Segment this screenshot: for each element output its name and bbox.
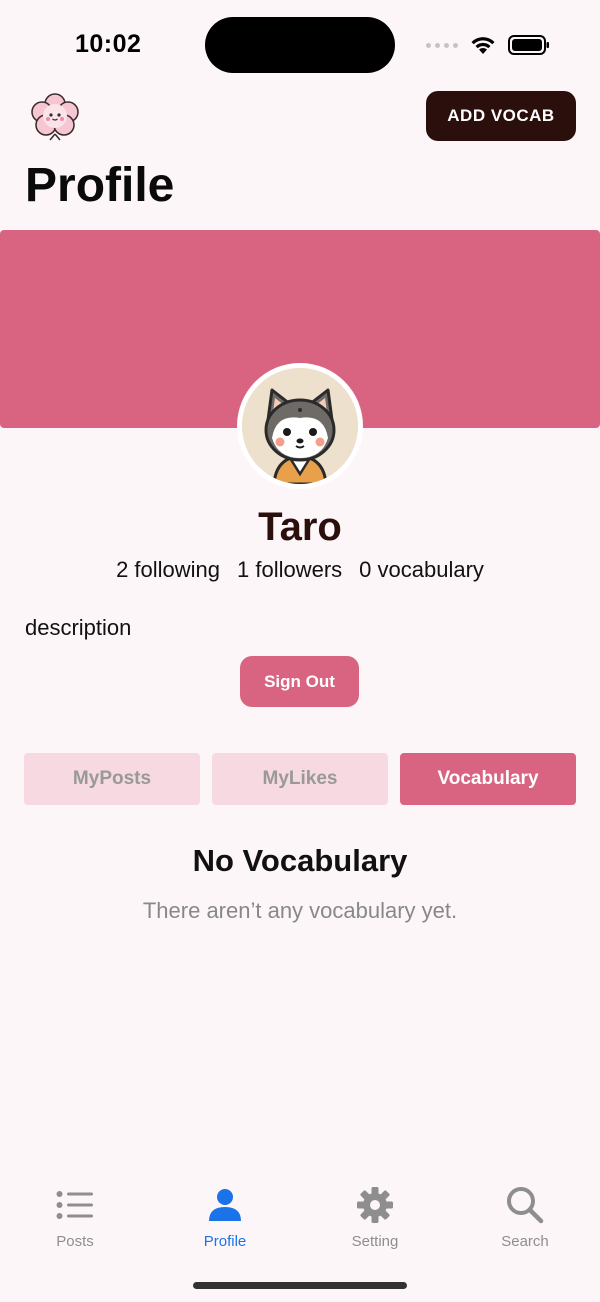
person-icon (209, 1189, 241, 1221)
tabbar-item-setting[interactable]: Setting (300, 1170, 450, 1260)
profile-stats: 2 following 1 followers 0 vocabulary (0, 557, 600, 583)
profile-tabs: MyPosts MyLikes Vocabulary (24, 753, 576, 805)
tab-mylikes[interactable]: MyLikes (212, 753, 388, 805)
dynamic-island (205, 17, 395, 73)
empty-state-subtitle: There aren’t any vocabulary yet. (142, 898, 458, 923)
wifi-icon (471, 37, 495, 54)
profile-name: Taro (258, 505, 342, 549)
add-vocab-button[interactable]: ADD VOCAB (426, 91, 576, 141)
bottom-tab-bar: Posts Profile Setting Search (0, 1170, 600, 1260)
vocabulary-count: 0 vocabulary (359, 557, 484, 582)
tabbar-label-posts: Posts (56, 1233, 94, 1250)
home-indicator[interactable] (193, 1282, 407, 1289)
shiba-dog-avatar-icon (242, 368, 358, 484)
status-time: 10:02 (75, 30, 142, 58)
search-icon (507, 1187, 544, 1224)
profile-screen: 10:02 ADD VOCAB Profile Taro 2 following… (0, 0, 600, 1302)
status-icons (426, 35, 550, 55)
tabbar-label-search: Search (501, 1233, 549, 1250)
tabbar-label-setting: Setting (351, 1233, 399, 1250)
battery-icon (508, 35, 549, 55)
avatar[interactable] (237, 363, 363, 489)
tabbar-item-search[interactable]: Search (450, 1170, 600, 1260)
tabbar-label-profile: Profile (203, 1233, 247, 1250)
following-count[interactable]: 2 following (116, 557, 220, 583)
page-title: Profile (25, 159, 175, 212)
tab-vocabulary[interactable]: Vocabulary (400, 753, 576, 805)
cherry-blossom-logo-icon (31, 93, 79, 141)
cellular-signal-icon (426, 42, 458, 48)
tabbar-item-profile[interactable]: Profile (150, 1170, 300, 1260)
gear-icon (357, 1187, 393, 1223)
sign-out-button[interactable]: Sign Out (240, 656, 359, 707)
tabbar-item-posts[interactable]: Posts (0, 1170, 150, 1260)
profile-description: description (25, 615, 132, 640)
empty-state-title: No Vocabulary (192, 843, 408, 878)
followers-count[interactable]: 1 followers (237, 557, 342, 583)
list-icon (56, 1191, 93, 1219)
tab-myposts[interactable]: MyPosts (24, 753, 200, 805)
